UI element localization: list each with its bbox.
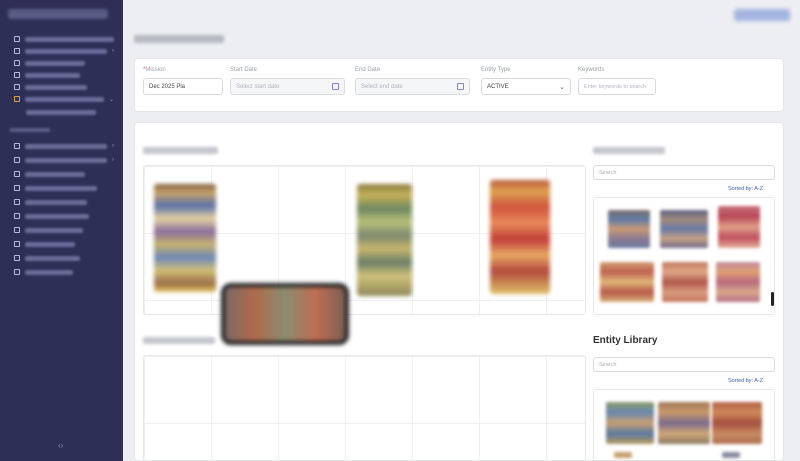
- second-canvas-title: [143, 337, 215, 344]
- library-search-placeholder: Search: [599, 169, 617, 176]
- mission-label: Mission: [145, 67, 166, 73]
- canvas-entity-selected[interactable]: [221, 283, 349, 345]
- start-date-input[interactable]: Select start date: [230, 78, 345, 95]
- end-date-label: End Date: [355, 67, 381, 73]
- end-date-input[interactable]: Select end date: [355, 78, 470, 95]
- library-sort-top[interactable]: Sorted by: A-Z: [728, 186, 763, 192]
- end-date-placeholder: Select end date: [361, 83, 403, 90]
- nav-icon: [14, 157, 20, 163]
- mission-input[interactable]: Dec 2025 Pla: [143, 78, 223, 95]
- sidebar-item-1[interactable]: [14, 33, 114, 45]
- library-thumb[interactable]: [660, 210, 708, 248]
- entity-type-select[interactable]: ACTIVE ⌄: [481, 78, 571, 95]
- sidebar-item-11[interactable]: [14, 196, 114, 208]
- nav-icon: [14, 199, 20, 205]
- keywords-label: Keywords: [578, 67, 605, 73]
- sidebar-item-14[interactable]: [14, 238, 114, 250]
- canvas-title: [143, 147, 218, 154]
- sidebar-item-2[interactable]: ›: [14, 45, 114, 57]
- user-menu[interactable]: [734, 9, 790, 21]
- nav-icon: [14, 84, 20, 90]
- nav-icon: [14, 185, 20, 191]
- sidebar-subitem[interactable]: [26, 110, 96, 115]
- canvas-entity[interactable]: [154, 184, 216, 292]
- library-thumb[interactable]: [662, 262, 708, 302]
- sidebar-item-4[interactable]: [14, 69, 114, 81]
- entity-library-search-placeholder: Search: [599, 361, 617, 368]
- entity-type-label: Entity Type: [481, 67, 511, 73]
- library-panel-top: [593, 197, 775, 315]
- canvas-entity[interactable]: [357, 184, 412, 296]
- chevron-down-icon: ⌄: [559, 83, 565, 91]
- page-title: [134, 35, 224, 43]
- sidebar-item-15[interactable]: [14, 252, 114, 264]
- canvas-entity[interactable]: [490, 180, 550, 294]
- library-search-top[interactable]: Search: [593, 165, 775, 180]
- sidebar-item-9[interactable]: [14, 168, 114, 180]
- second-canvas[interactable]: [143, 355, 586, 461]
- entity-thumb[interactable]: [658, 402, 710, 444]
- sidebar-item-5[interactable]: [14, 81, 114, 93]
- entity-type-filter: Entity Type ACTIVE ⌄: [481, 67, 571, 95]
- sidebar-item-16[interactable]: [14, 266, 114, 278]
- entity-thumb[interactable]: [712, 402, 762, 444]
- entity-canvas[interactable]: [143, 165, 586, 345]
- sidebar-item-6[interactable]: ⌄: [14, 93, 114, 105]
- end-date-filter: End Date Select end date: [355, 67, 470, 95]
- nav-icon: [14, 269, 20, 275]
- start-date-placeholder: Select start date: [236, 83, 280, 90]
- nav-icon: [14, 241, 20, 247]
- sidebar-item-7[interactable]: ›: [14, 140, 114, 152]
- chevron-right-icon: ›: [112, 48, 114, 54]
- collapse-icon[interactable]: ‹›: [58, 441, 63, 450]
- library-scrollbar[interactable]: [771, 292, 774, 306]
- sidebar-item-8[interactable]: ›: [14, 154, 114, 166]
- keywords-placeholder: Enter keywords to search: [584, 83, 647, 90]
- mission-value: Dec 2025 Pla: [149, 83, 186, 90]
- nav-icon: [14, 72, 20, 78]
- nav-icon: [14, 171, 20, 177]
- keywords-input[interactable]: Enter keywords to search: [578, 78, 656, 95]
- chevron-right-icon: ›: [112, 143, 114, 149]
- nav-icon: [14, 48, 20, 54]
- sidebar-item-12[interactable]: [14, 210, 114, 222]
- keywords-filter: Keywords Enter keywords to search: [578, 67, 656, 95]
- calendar-icon[interactable]: [332, 83, 339, 90]
- chevron-down-icon: ⌄: [108, 96, 114, 103]
- entity-type-value: ACTIVE: [487, 83, 509, 90]
- library-thumb[interactable]: [716, 262, 760, 302]
- sidebar: › ⌄ › › ‹›: [0, 0, 123, 461]
- library-thumb[interactable]: [600, 262, 654, 302]
- nav-icon: [14, 255, 20, 261]
- entity-library-panel: [593, 389, 775, 461]
- nav-icon: [14, 36, 20, 42]
- start-date-filter: Start Date Select start date: [230, 67, 345, 95]
- nav-icon: [14, 227, 20, 233]
- entity-thumb[interactable]: [606, 402, 654, 444]
- start-date-label: Start Date: [230, 67, 258, 73]
- sidebar-item-3[interactable]: [14, 57, 114, 69]
- entity-library-title: Entity Library: [593, 335, 658, 346]
- chevron-right-icon: ›: [112, 157, 114, 163]
- sidebar-item-13[interactable]: [14, 224, 114, 236]
- nav-icon: [14, 213, 20, 219]
- library-thumb[interactable]: [718, 206, 760, 248]
- filter-card: *Mission Dec 2025 Pla Start Date Select …: [134, 58, 784, 112]
- library-title-top: [593, 147, 665, 154]
- nav-icon: [14, 143, 20, 149]
- sidebar-group-label-blur: [10, 128, 50, 132]
- library-thumb[interactable]: [608, 210, 650, 248]
- entity-thumb[interactable]: [722, 452, 740, 458]
- entity-thumb[interactable]: [614, 452, 632, 458]
- main-card: Search Sorted by: A-Z Entity Library Sea…: [134, 122, 784, 461]
- mission-filter: *Mission Dec 2025 Pla: [143, 67, 223, 95]
- brand-logo: [8, 9, 108, 19]
- calendar-icon[interactable]: [457, 83, 464, 90]
- entity-library-sort[interactable]: Sorted by: A-Z: [728, 378, 763, 384]
- nav-icon: [14, 60, 20, 66]
- sidebar-item-10[interactable]: [14, 182, 114, 194]
- entity-library-search[interactable]: Search: [593, 357, 775, 372]
- nav-icon: [14, 96, 20, 102]
